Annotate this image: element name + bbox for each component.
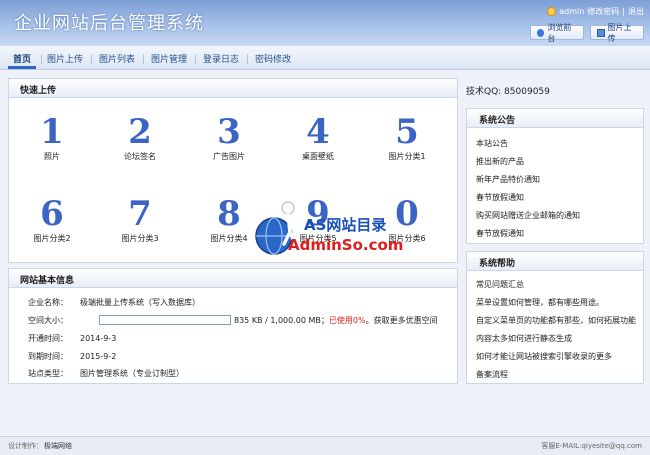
nav-password[interactable]: 密码修改 [255, 52, 291, 65]
category-number: 5 [395, 112, 419, 152]
globe-mascot-icon [255, 201, 302, 255]
header: 企业网站后台管理系统 admin 修改密码 | 退出 浏览前台 图片上传 [0, 0, 650, 46]
company-label: 企业名称： [28, 298, 68, 307]
category-number: 2 [128, 112, 152, 152]
footer-design-value[interactable]: 极端网络 [44, 441, 72, 451]
footer-contact[interactable]: 客服E-MAIL:qiyesite@qq.com [541, 441, 642, 451]
category-number: 7 [128, 194, 152, 234]
help-item[interactable]: 内容太多如何进行静态生成 [476, 333, 572, 344]
space-label: 空间大小： [28, 316, 68, 325]
nav-divider [143, 54, 144, 64]
notice-item[interactable]: 春节放假通知 [476, 192, 524, 203]
nav-image-list[interactable]: 图片列表 [99, 52, 135, 65]
category-number: 6 [40, 194, 64, 234]
browse-front-label: 浏览前台 [547, 22, 572, 43]
category-1[interactable]: 1 照片 [7, 113, 97, 162]
watermark-logo: AS网站目录 AdminSo.com [252, 198, 412, 268]
help-item[interactable]: 常见问题汇总 [476, 279, 524, 290]
category-label: 照片 [44, 152, 60, 161]
site-type-value: 图片管理系统（专业订制型） [80, 369, 184, 378]
category-3[interactable]: 3 广告图片 [184, 113, 274, 162]
site-info-panel: 网站基本信息 企业名称： 极端批量上传系统（写入数据库） 空间大小： 835 KB… [8, 268, 458, 384]
app-title: 企业网站后台管理系统 [14, 13, 204, 34]
category-label: 广告图片 [213, 152, 245, 161]
system-help-title: 系统帮助 [467, 252, 643, 271]
space-details: 835 KB / 1,000.00 MB；已使用0%。获取更多优惠空间 [234, 315, 438, 326]
quick-upload-title: 快速上传 [9, 79, 457, 98]
notice-item[interactable]: 新年产品特价通知 [476, 174, 540, 185]
main-nav: 首页 图片上传 图片列表 图片管理 登录日志 密码修改 [0, 46, 650, 70]
notice-item[interactable]: 推出新的产品 [476, 156, 524, 167]
active-tab-indicator [8, 66, 36, 69]
upload-image-button[interactable]: 图片上传 [590, 23, 644, 43]
notice-item[interactable]: 购买网站赠送企业邮箱的通知 [476, 210, 580, 221]
category-label: 图片分类3 [121, 234, 159, 243]
category-6[interactable]: 6 图片分类2 [7, 195, 97, 244]
username: admin [559, 7, 585, 16]
nav-login-log[interactable]: 登录日志 [203, 52, 239, 65]
company-value: 极端批量上传系统（写入数据库） [80, 298, 200, 307]
footer: 设计制作： 极端网络 客服E-MAIL:qiyesite@qq.com [0, 436, 650, 455]
watermark-line1: AS网站目录 [304, 216, 387, 234]
browse-front-button[interactable]: 浏览前台 [530, 23, 584, 43]
category-number: 1 [40, 112, 64, 152]
nav-image-manage[interactable]: 图片管理 [151, 52, 187, 65]
tech-qq: 技术QQ: 85009059 [466, 87, 550, 97]
category-4[interactable]: 4 桌面壁纸 [273, 113, 363, 162]
category-number: 3 [217, 112, 241, 152]
space-value: 835 KB / 1,000.00 MB； [234, 316, 329, 325]
nav-home[interactable]: 首页 [13, 52, 31, 65]
open-date-label: 开通时间： [28, 334, 68, 343]
system-notice-panel: 系统公告 本站公告 推出新的产品 新年产品特价通知 春节放假通知 购买网站赠送企… [466, 108, 644, 244]
site-info-title: 网站基本信息 [9, 269, 457, 288]
category-label: 图片分类2 [33, 234, 71, 243]
footer-design-label: 设计制作： [8, 442, 43, 450]
space-more-link[interactable]: 。获取更多优惠空间 [366, 316, 438, 325]
site-type-row: 站点类型： 图片管理系统（专业订制型） [28, 368, 184, 379]
help-item[interactable]: 自定义菜单页的功能都有那些，如何拓展功能 [476, 315, 636, 326]
site-type-label: 站点类型： [28, 369, 68, 378]
open-date-row: 开通时间： 2014-9-3 [28, 333, 116, 344]
category-5[interactable]: 5 图片分类1 [362, 113, 452, 162]
nav-divider [247, 54, 248, 64]
category-label: 论坛签名 [124, 152, 156, 161]
expire-date-row: 到期时间： 2015-9-2 [28, 351, 116, 362]
notice-item[interactable]: 本站公告 [476, 138, 508, 149]
top-user-links: admin 修改密码 | 退出 [547, 6, 644, 17]
nav-image-upload[interactable]: 图片上传 [47, 52, 83, 65]
change-password-link[interactable]: 修改密码 [587, 6, 619, 17]
watermark-line2: AdminSo.com [288, 236, 404, 254]
space-used-percent: 已使用0% [328, 316, 366, 325]
image-icon [597, 28, 605, 37]
nav-divider [41, 54, 42, 64]
notice-item[interactable]: 春节放假通知 [476, 228, 524, 239]
nav-divider [91, 54, 92, 64]
space-usage-bar [99, 315, 231, 325]
category-label: 图片分类1 [388, 152, 426, 161]
company-row: 企业名称： 极端批量上传系统（写入数据库） [28, 297, 200, 308]
system-help-panel: 系统帮助 常见问题汇总 菜单设置如何管理，都有哪些用途。 自定义菜单页的功能都有… [466, 251, 644, 384]
user-icon [547, 7, 557, 16]
logout-link[interactable]: 退出 [628, 6, 644, 17]
space-row: 空间大小： 835 KB / 1,000.00 MB；已使用0%。获取更多优惠空… [28, 315, 448, 327]
open-date-value: 2014-9-3 [80, 334, 117, 343]
globe-icon [537, 28, 545, 37]
nav-divider [195, 54, 196, 64]
category-number: 4 [306, 112, 330, 152]
category-2[interactable]: 2 论坛签名 [95, 113, 185, 162]
help-item[interactable]: 备案流程 [476, 369, 508, 380]
expire-date-value: 2015-9-2 [80, 352, 117, 361]
help-item[interactable]: 如何才能让网站被搜索引擎收录的更多 [476, 351, 612, 362]
help-item[interactable]: 菜单设置如何管理，都有哪些用途。 [476, 297, 604, 308]
expire-date-label: 到期时间： [28, 352, 68, 361]
category-7[interactable]: 7 图片分类3 [95, 195, 185, 244]
upload-image-label: 图片上传 [607, 22, 632, 43]
category-label: 桌面壁纸 [302, 152, 334, 161]
system-notice-title: 系统公告 [467, 109, 643, 128]
link-separator: | [622, 7, 625, 16]
